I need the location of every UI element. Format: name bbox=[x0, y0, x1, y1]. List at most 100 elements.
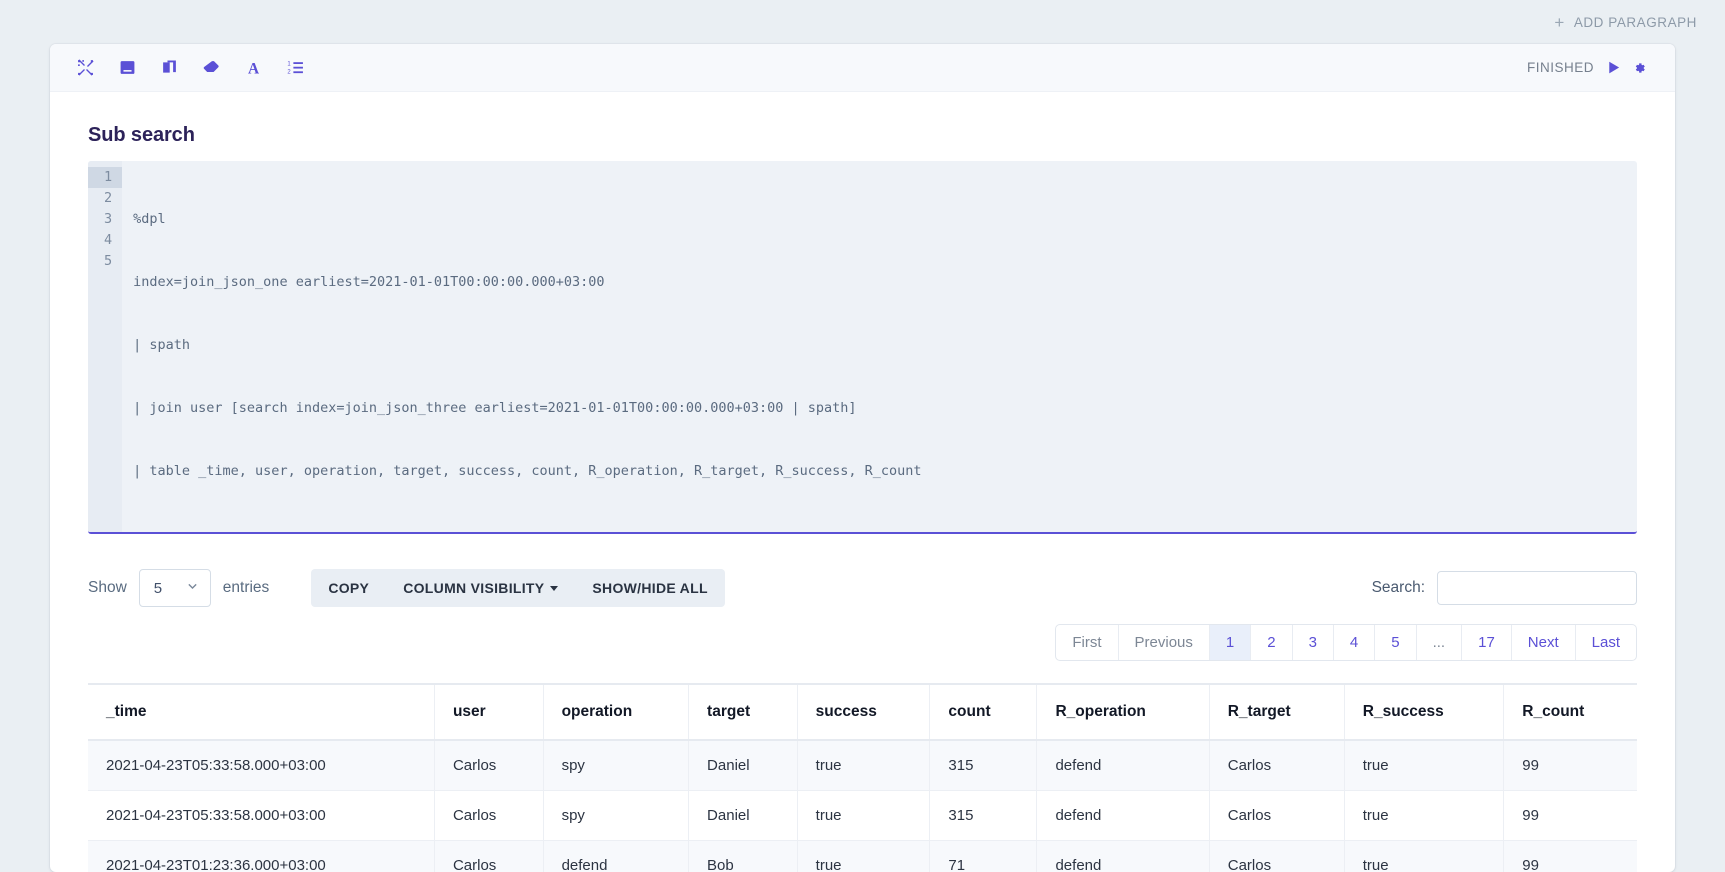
show-label: Show bbox=[88, 579, 127, 596]
card-header: A 1 2 FINISHED bbox=[50, 44, 1675, 92]
column-header-r-operation[interactable]: R_operation bbox=[1036, 683, 1210, 741]
book-icon[interactable] bbox=[114, 55, 140, 81]
svg-text:2: 2 bbox=[287, 69, 290, 75]
page-length-select[interactable]: 5 bbox=[138, 569, 211, 607]
cell-time: 2021-04-23T05:33:58.000+03:00 bbox=[88, 790, 435, 841]
column-header-operation[interactable]: operation bbox=[543, 683, 690, 741]
page-1[interactable]: 1 bbox=[1209, 625, 1252, 660]
cell-count: 315 bbox=[929, 790, 1038, 841]
results-table: _time user operation target success coun… bbox=[88, 683, 1637, 872]
copy-button-label: COPY bbox=[328, 580, 370, 596]
status-badge: FINISHED bbox=[1526, 60, 1594, 75]
column-header-target[interactable]: target bbox=[688, 683, 798, 741]
table-row: 2021-04-23T05:33:58.000+03:00 Carlos spy… bbox=[88, 740, 1637, 791]
cell-success: true bbox=[797, 790, 931, 841]
gear-icon[interactable] bbox=[1633, 60, 1649, 76]
page-4[interactable]: 4 bbox=[1334, 625, 1376, 660]
code-editor[interactable]: 1 2 3 4 5 %dpl index=join_json_one earli… bbox=[88, 161, 1637, 534]
chevron-down-icon bbox=[186, 580, 199, 597]
column-header-r-target[interactable]: R_target bbox=[1209, 683, 1345, 741]
add-paragraph-button[interactable]: + ADD PARAGRAPH bbox=[1554, 14, 1697, 31]
cell-r-target: Carlos bbox=[1209, 740, 1345, 791]
page-title: Sub search bbox=[88, 124, 195, 146]
cell-success: true bbox=[797, 740, 931, 791]
code-line: index=join_json_one earliest=2021-01-01T… bbox=[133, 274, 605, 290]
page-17[interactable]: 17 bbox=[1462, 625, 1512, 660]
caret-down-icon bbox=[550, 585, 559, 591]
copy-icon[interactable] bbox=[156, 55, 182, 81]
line-number: 3 bbox=[104, 211, 113, 227]
cell-target: Bob bbox=[688, 840, 798, 872]
cell-r-operation: defend bbox=[1036, 740, 1210, 791]
page-previous[interactable]: Previous bbox=[1119, 625, 1210, 660]
cell-success: true bbox=[797, 840, 931, 872]
column-header-success[interactable]: success bbox=[797, 683, 931, 741]
card-header-right: FINISHED bbox=[1527, 60, 1649, 76]
play-icon[interactable] bbox=[1606, 60, 1621, 75]
page-ellipsis: ... bbox=[1417, 625, 1463, 660]
svg-text:A: A bbox=[247, 60, 258, 76]
paragraph-card: A 1 2 FINISHED Sub search 1 2 3 4 5 %dpl… bbox=[50, 44, 1675, 872]
list-ordered-icon[interactable]: 1 2 bbox=[282, 55, 308, 81]
cell-count: 71 bbox=[929, 840, 1038, 872]
cell-r-success: true bbox=[1344, 840, 1505, 872]
cell-target: Daniel bbox=[688, 740, 798, 791]
page-3[interactable]: 3 bbox=[1293, 625, 1334, 660]
line-number: 4 bbox=[104, 232, 113, 248]
column-header-user[interactable]: user bbox=[434, 683, 544, 741]
top-bar: + ADD PARAGRAPH bbox=[0, 0, 1725, 44]
column-header-r-count[interactable]: R_count bbox=[1503, 683, 1637, 741]
pagination-top-row: First Previous 1 2 3 4 5 ... 17 Next Las… bbox=[88, 624, 1637, 661]
line-number: 1 bbox=[88, 167, 123, 188]
line-number: 5 bbox=[104, 253, 113, 269]
code-line: | spath bbox=[133, 337, 191, 353]
font-icon[interactable]: A bbox=[240, 55, 266, 81]
page-next[interactable]: Next bbox=[1512, 625, 1576, 660]
page-length-value: 5 bbox=[153, 579, 163, 597]
copy-button[interactable]: COPY bbox=[311, 569, 386, 607]
cell-r-target: Carlos bbox=[1209, 840, 1345, 872]
cell-operation: spy bbox=[543, 790, 690, 841]
editor-gutter: 1 2 3 4 5 bbox=[88, 161, 123, 532]
cell-user: Carlos bbox=[434, 840, 544, 872]
cell-time: 2021-04-23T05:33:58.000+03:00 bbox=[88, 740, 435, 791]
paragraph-toolbar: A 1 2 bbox=[72, 55, 308, 81]
add-paragraph-label: ADD PARAGRAPH bbox=[1573, 14, 1697, 30]
table-controls: Show 5 entries COPY COLUMN VISIBILITY SH… bbox=[88, 568, 1637, 608]
editor-content[interactable]: %dpl index=join_json_one earliest=2021-0… bbox=[122, 161, 1637, 532]
cell-r-success: true bbox=[1344, 740, 1505, 791]
cell-time: 2021-04-23T01:23:36.000+03:00 bbox=[88, 840, 435, 872]
table-body: 2021-04-23T05:33:58.000+03:00 Carlos spy… bbox=[88, 740, 1637, 872]
collapse-icon[interactable] bbox=[72, 55, 98, 81]
page-first[interactable]: First bbox=[1056, 625, 1119, 660]
page-5[interactable]: 5 bbox=[1375, 625, 1417, 660]
cell-r-success: true bbox=[1344, 790, 1505, 841]
search-input[interactable] bbox=[1437, 571, 1637, 605]
code-line: %dpl bbox=[133, 211, 166, 227]
page-last[interactable]: Last bbox=[1576, 625, 1636, 660]
svg-text:1: 1 bbox=[287, 61, 291, 67]
code-line: | join user [search index=join_json_thre… bbox=[133, 400, 857, 416]
page-2[interactable]: 2 bbox=[1251, 625, 1293, 660]
pagination-top: First Previous 1 2 3 4 5 ... 17 Next Las… bbox=[1055, 624, 1637, 661]
show-hide-all-button[interactable]: SHOW/HIDE ALL bbox=[575, 569, 724, 607]
column-header-count[interactable]: count bbox=[929, 683, 1038, 741]
search-group: Search: bbox=[1372, 571, 1637, 605]
entries-label: entries bbox=[222, 579, 270, 596]
search-label: Search: bbox=[1371, 579, 1425, 596]
cell-count: 315 bbox=[929, 740, 1038, 791]
eraser-icon[interactable] bbox=[198, 55, 224, 81]
column-header-r-success[interactable]: R_success bbox=[1344, 683, 1505, 741]
card-body: Sub search 1 2 3 4 5 %dpl index=join_jso… bbox=[50, 92, 1675, 872]
cell-user: Carlos bbox=[434, 790, 544, 841]
cell-r-operation: defend bbox=[1036, 790, 1210, 841]
cell-r-operation: defend bbox=[1036, 840, 1210, 872]
cell-r-count: 99 bbox=[1503, 840, 1637, 872]
table-header-row: _time user operation target success coun… bbox=[88, 683, 1637, 741]
column-visibility-button[interactable]: COLUMN VISIBILITY bbox=[386, 569, 575, 607]
column-visibility-label: COLUMN VISIBILITY bbox=[403, 580, 545, 596]
table-row: 2021-04-23T01:23:36.000+03:00 Carlos def… bbox=[88, 840, 1637, 872]
column-header-time[interactable]: _time bbox=[88, 683, 435, 741]
cell-user: Carlos bbox=[434, 740, 544, 791]
datatable-button-group: COPY COLUMN VISIBILITY SHOW/HIDE ALL bbox=[311, 569, 725, 607]
